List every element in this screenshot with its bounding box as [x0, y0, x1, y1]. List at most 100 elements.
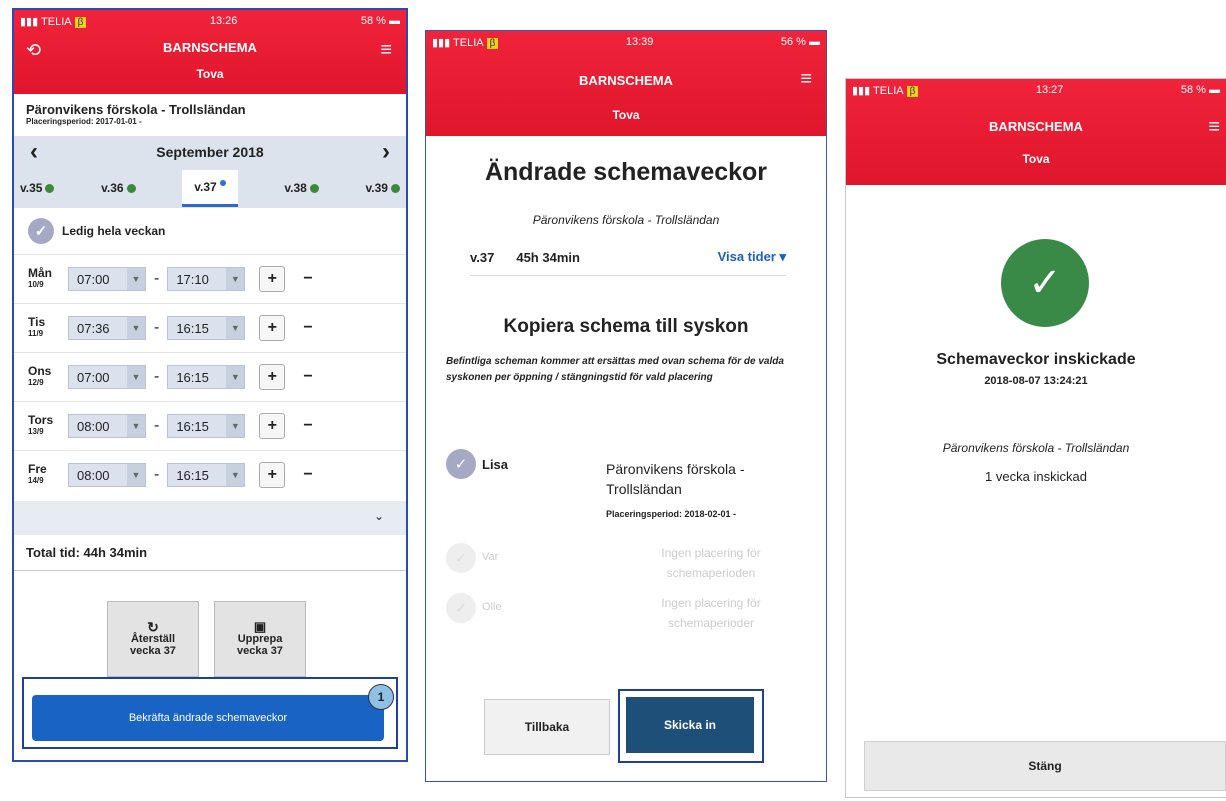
- add-time-button[interactable]: +: [259, 364, 286, 390]
- chevron-down-icon[interactable]: ⌄: [374, 509, 384, 523]
- day-name: Tis: [28, 315, 46, 329]
- reset-icon: ↻: [147, 619, 159, 635]
- battery-label: 58 %: [1180, 84, 1206, 96]
- day-row: Mån 10/9 07:00 ▼ -17:10 ▼ + −: [14, 254, 406, 303]
- day-list: Mån 10/9 07:00 ▼ -17:10 ▼ + − Tis 11/9 07:36 ▼ -16:1…: [14, 254, 406, 499]
- battery-icon: ▬: [388, 15, 400, 27]
- back-button[interactable]: Tillbaka: [484, 699, 610, 755]
- sibling-name: Lisa: [482, 457, 509, 472]
- day-row: Ons 12/9 07:00 ▼ -16:15 ▼ + −: [14, 352, 406, 401]
- next-month-button[interactable]: ›: [382, 138, 390, 166]
- start-time-value: 07:00: [77, 369, 110, 385]
- day-label: Tis 11/9: [28, 315, 68, 339]
- status-bar: ▮▮▮ TELIA β 13:27 58 % ▬: [846, 79, 1226, 101]
- checkmark-icon: ✓: [446, 543, 476, 573]
- day-label: Tors 13/9: [28, 414, 68, 437]
- sibling-name: Olle: [482, 601, 502, 613]
- add-time-button[interactable]: +: [259, 266, 286, 292]
- remove-time-button[interactable]: −: [303, 270, 312, 288]
- end-time-select[interactable]: 16:15 ▼: [167, 365, 246, 389]
- end-time-value: 17:10: [176, 271, 209, 287]
- week-tab-37[interactable]: v.37: [182, 169, 238, 207]
- start-time-select[interactable]: 08:00 ▼: [68, 463, 146, 487]
- range-dash: -: [154, 368, 160, 385]
- status-dot: [390, 184, 400, 194]
- back-arrow-icon[interactable]: ⟲: [26, 40, 41, 61]
- repeat-week-button[interactable]: ▣ Upprepa vecka 37: [214, 601, 306, 677]
- day-date: 14/9: [28, 476, 44, 485]
- app-header: ▮▮▮ TELIA β 13:39 56 % ▬ BARNSCHEMA ≡ Tov…: [426, 31, 826, 136]
- week-tab-39[interactable]: v.39: [366, 181, 400, 195]
- chevron-down-icon: ▼: [127, 366, 145, 388]
- repeat-week-label: vecka 37: [237, 645, 283, 657]
- end-time-select[interactable]: 16:15 ▼: [167, 316, 246, 340]
- start-time-select[interactable]: 08:00 ▼: [68, 414, 146, 438]
- day-date: 11/9: [28, 329, 44, 338]
- add-time-button[interactable]: +: [259, 315, 286, 341]
- menu-icon[interactable]: ≡: [1208, 117, 1220, 137]
- remove-time-button[interactable]: −: [303, 368, 312, 386]
- week-label: v.38: [284, 181, 307, 195]
- end-time-select[interactable]: 16:15 ▼: [167, 463, 246, 487]
- day-name: Fre: [28, 462, 47, 476]
- month-navigator: ‹ September 2018 ›: [14, 136, 406, 168]
- reset-week-button[interactable]: ↻ Återställ vecka 37: [107, 601, 199, 677]
- day-date: 10/9: [28, 280, 44, 289]
- copy-heading: Kopiera schema till syskon: [503, 316, 749, 337]
- week-tab-38[interactable]: v.38: [284, 181, 319, 195]
- battery-icon: ▬: [808, 36, 820, 48]
- copy-description: Befintliga scheman kommer att ersättas m…: [446, 356, 784, 383]
- beta-badge: β: [906, 85, 919, 97]
- end-time-select[interactable]: 16:15 ▼: [167, 414, 246, 438]
- prev-month-button[interactable]: ‹: [30, 138, 38, 166]
- school-name: Päronvikens förskola - Trollsländan: [26, 102, 246, 117]
- week-tab-36[interactable]: v.36: [101, 181, 136, 195]
- carrier-label: TELIA: [453, 36, 484, 49]
- free-week-toggle[interactable]: ✓ Ledig hela veckan: [14, 208, 406, 254]
- week-tab-35[interactable]: v.35: [20, 181, 55, 195]
- add-time-button[interactable]: +: [259, 413, 286, 439]
- child-name: Tova: [196, 67, 224, 81]
- chevron-down-icon: ▼: [226, 415, 245, 437]
- add-time-button[interactable]: +: [259, 462, 286, 488]
- clock: 13:39: [625, 36, 654, 48]
- day-label: Mån 10/9: [28, 267, 68, 290]
- beta-badge: β: [74, 16, 87, 28]
- status-dot: [219, 179, 226, 186]
- confirm-changes-button[interactable]: Bekräfta ändrade schemaveckor: [32, 695, 384, 741]
- checkmark-icon: ✓: [446, 593, 476, 623]
- close-button[interactable]: Stäng: [864, 741, 1226, 791]
- range-dash: -: [154, 417, 160, 434]
- start-time-value: 08:00: [77, 418, 110, 434]
- carrier-label: TELIA: [873, 84, 904, 97]
- start-time-select[interactable]: 07:36 ▼: [68, 316, 146, 340]
- end-time-select[interactable]: 17:10 ▼: [167, 267, 246, 291]
- child-name: Tova: [1022, 152, 1050, 166]
- school-name: Päronvikens förskola - Trollsländan: [532, 213, 720, 227]
- remove-time-button[interactable]: −: [303, 319, 312, 337]
- success-title: Schemaveckor inskickade: [936, 351, 1136, 368]
- end-time-value: 16:15: [176, 418, 209, 434]
- show-times-link[interactable]: Visa tider ▾: [718, 249, 786, 265]
- remove-time-button[interactable]: −: [303, 466, 312, 484]
- changed-weeks-screen: ▮▮▮ TELIA β 13:39 56 % ▬ BARNSCHEMA ≡ Tov…: [425, 30, 827, 782]
- range-dash: -: [154, 319, 160, 336]
- menu-icon[interactable]: ≡: [380, 40, 392, 60]
- week-label: v.35: [20, 181, 43, 195]
- week-label: v.36: [101, 181, 124, 195]
- range-dash: -: [154, 466, 160, 483]
- day-date: 13/9: [28, 427, 44, 436]
- battery-label: 58 %: [360, 15, 386, 27]
- clock: 13:27: [1035, 84, 1064, 96]
- start-time-select[interactable]: 07:00 ▼: [68, 365, 146, 389]
- chevron-down-icon: ▼: [127, 317, 145, 339]
- expand-bar[interactable]: ⌄: [14, 501, 406, 535]
- start-time-select[interactable]: 07:00 ▼: [68, 267, 146, 291]
- sibling-school: Päronvikens förskola - Trollsländan: [606, 461, 745, 497]
- submit-button[interactable]: Skicka in: [626, 697, 754, 753]
- remove-time-button[interactable]: −: [303, 417, 312, 435]
- menu-icon[interactable]: ≡: [800, 69, 812, 89]
- week-summary-row: v.37 45h 34min Visa tider ▾: [470, 249, 786, 276]
- battery-label: 56 %: [780, 36, 806, 48]
- end-time-value: 16:15: [176, 369, 209, 385]
